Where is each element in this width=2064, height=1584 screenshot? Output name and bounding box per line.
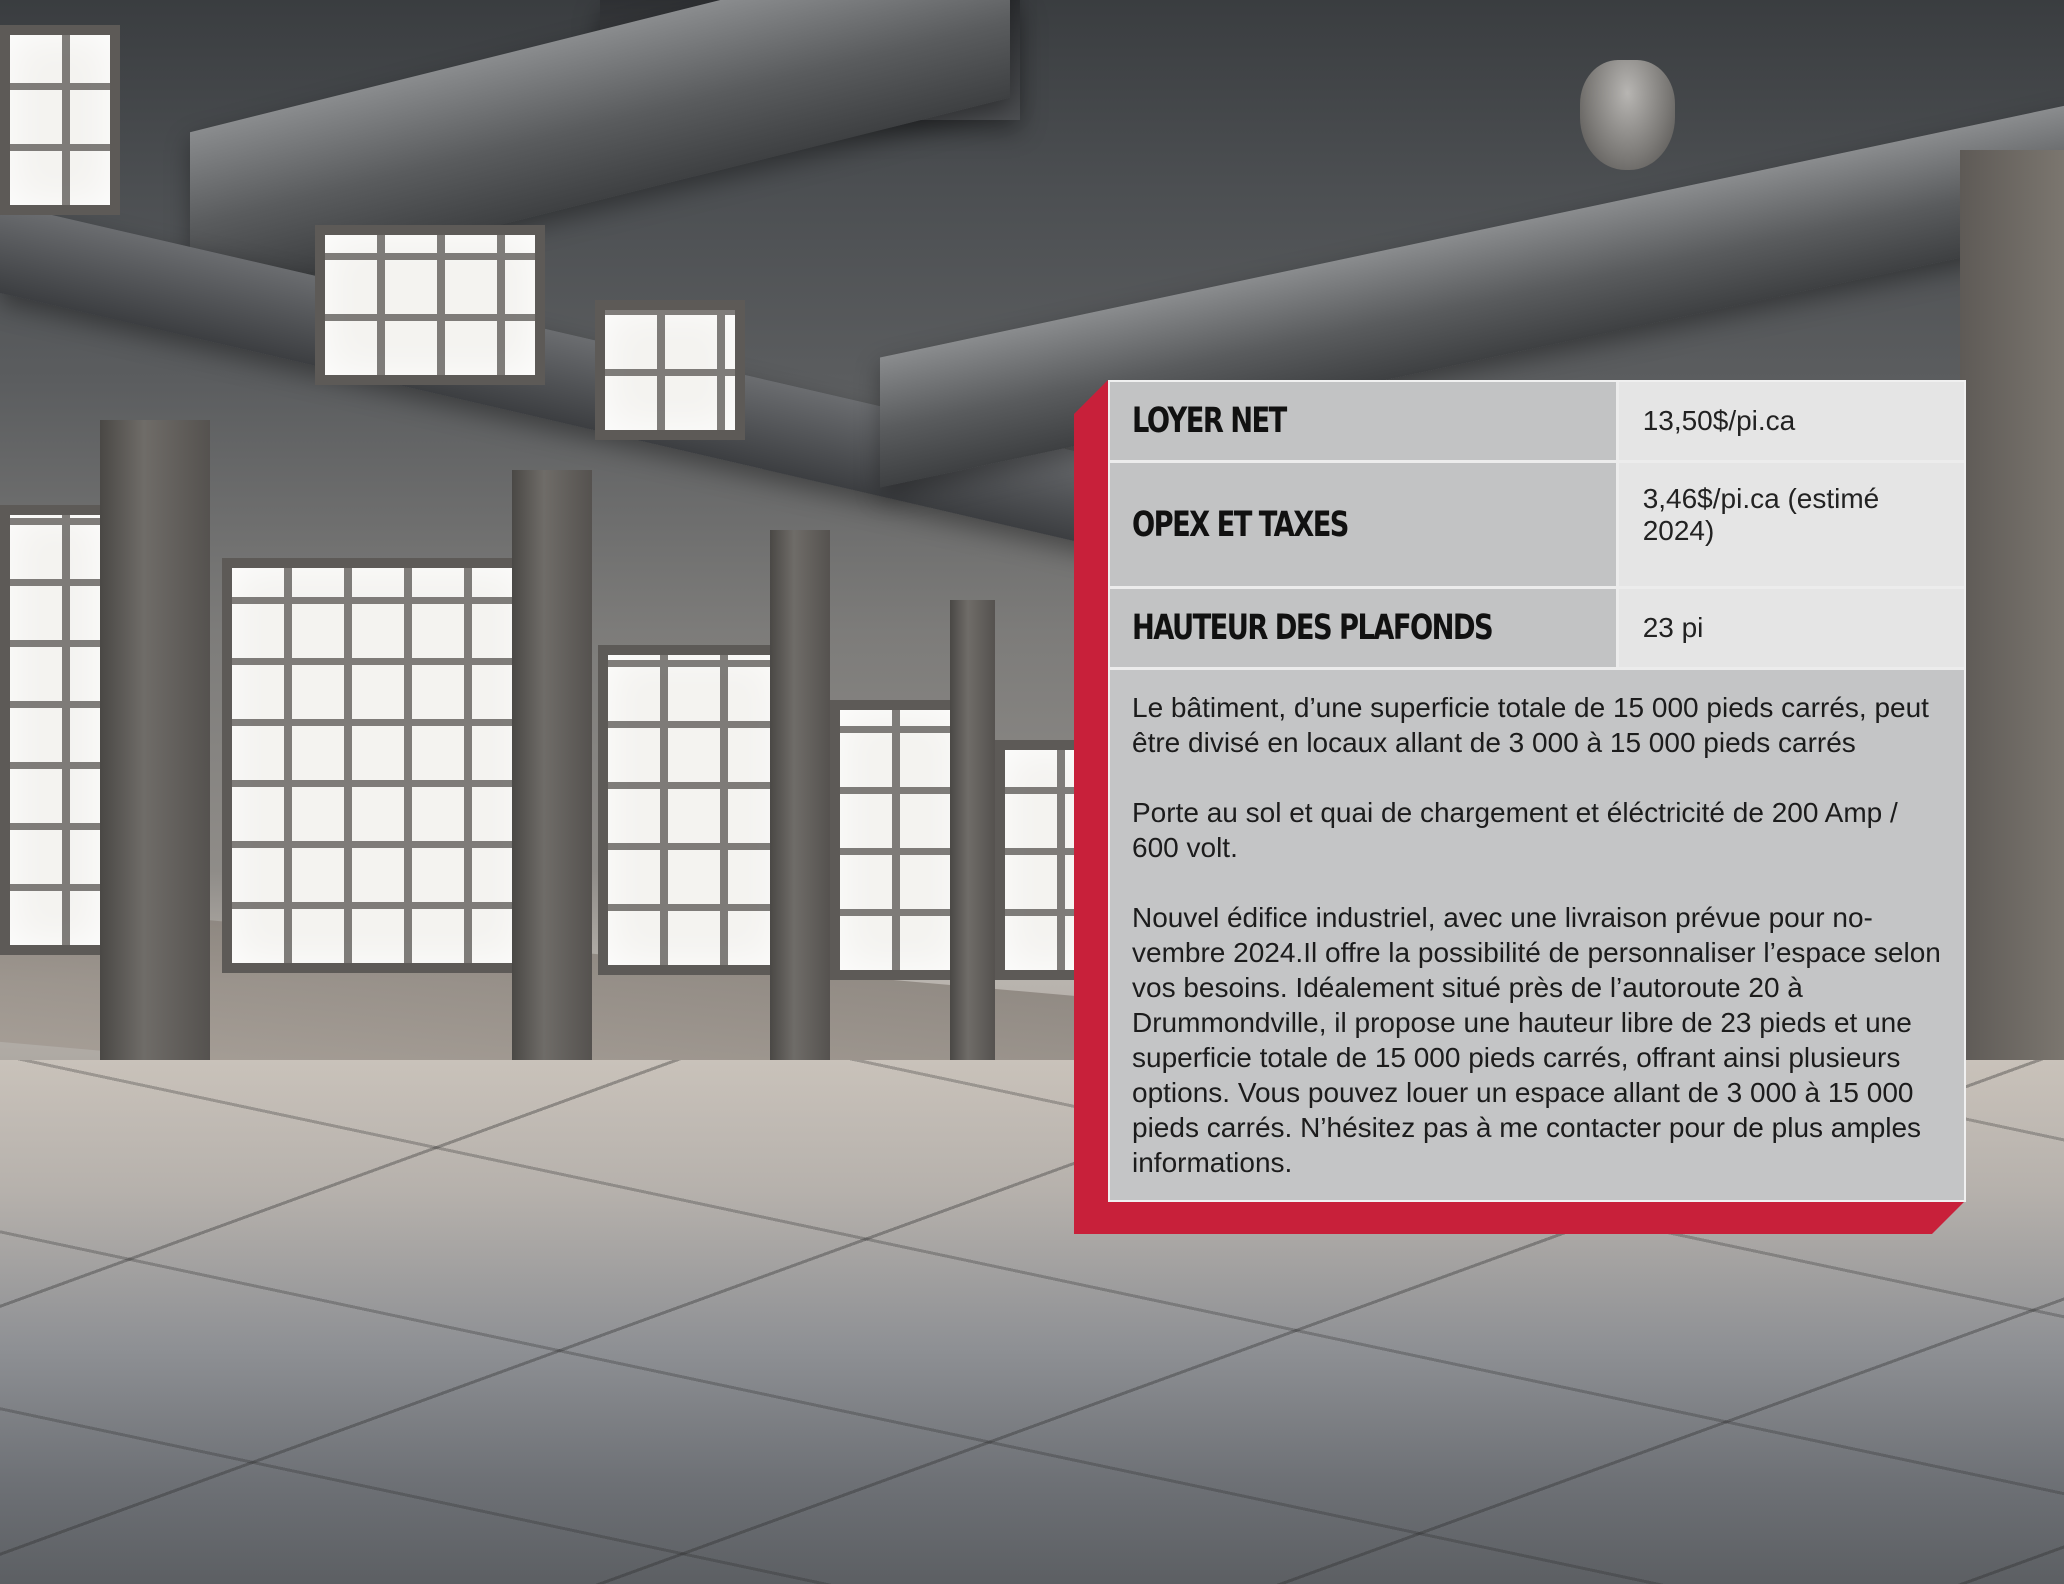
spec-label: HAUTEUR DES PLAFONDS [1110, 586, 1619, 670]
window [315, 225, 545, 385]
window [830, 700, 970, 980]
window [0, 25, 120, 215]
spec-row-opex-taxes: OPEX ET TAXES 3,46$/pi.ca (estimé 2024) [1110, 460, 1964, 589]
spec-value: 23 pi [1615, 586, 1964, 670]
pillar [950, 600, 995, 1060]
right-wall [1960, 150, 2064, 1100]
description-paragraph: Le bâtiment, d’une superficie totale de … [1132, 692, 1929, 758]
spec-value: 13,50$/pi.ca [1615, 382, 1964, 463]
ceiling-lamp [1580, 60, 1675, 170]
spec-row-loyer-net: LOYER NET 13,50$/pi.ca [1110, 382, 1964, 463]
pillar [100, 420, 210, 1100]
window [595, 300, 745, 440]
pillar [770, 530, 830, 1070]
spec-value: 3,46$/pi.ca (estimé 2024) [1615, 460, 1964, 589]
window [0, 505, 110, 955]
property-info-card: LOYER NET 13,50$/pi.ca OPEX ET TAXES 3,4… [1108, 380, 1966, 1202]
spec-row-hauteur-plafonds: HAUTEUR DES PLAFONDS 23 pi [1110, 586, 1964, 670]
description-paragraph: Porte au sol et quai de chargement et él… [1132, 797, 1898, 863]
spec-table: LOYER NET 13,50$/pi.ca OPEX ET TAXES 3,4… [1110, 382, 1964, 670]
pillar [512, 470, 592, 1080]
description: Le bâtiment, d’une superficie totale de … [1110, 670, 1964, 1200]
spec-label: LOYER NET [1110, 382, 1619, 463]
window [222, 558, 532, 973]
window [598, 645, 788, 975]
spec-label: OPEX ET TAXES [1110, 460, 1619, 589]
description-paragraph: Nouvel édifice industriel, avec une livr… [1132, 902, 1941, 1178]
